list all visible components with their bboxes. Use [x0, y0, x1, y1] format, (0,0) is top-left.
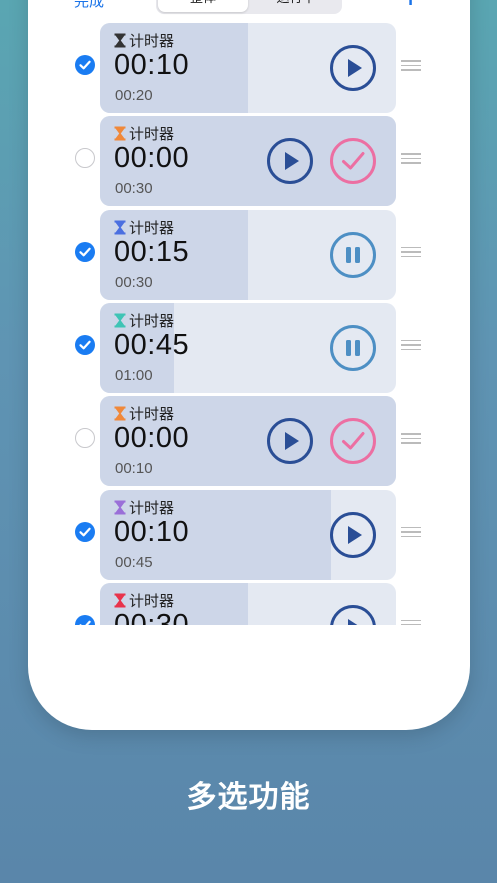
hourglass-icon	[114, 313, 126, 328]
play-button[interactable]	[330, 511, 376, 558]
play-button[interactable]	[267, 138, 313, 185]
timer-row: 计时器 00:30	[28, 580, 470, 625]
hourglass-icon	[114, 33, 126, 48]
timer-label: 计时器	[129, 405, 175, 424]
timer-label: 计时器	[129, 32, 175, 50]
timer-label: 计时器	[129, 218, 175, 237]
drag-handle-icon[interactable]	[401, 246, 421, 259]
hourglass-icon	[114, 406, 126, 421]
timer-header: 计时器	[114, 217, 174, 238]
timer-remaining: 00:10	[114, 49, 190, 81]
timer-card[interactable]: 计时器 00:00 00:10	[100, 396, 396, 487]
timer-remaining: 00:00	[114, 422, 190, 455]
add-timer-button[interactable]: +	[398, 0, 423, 13]
segmented-control: 整体 运行中	[156, 0, 342, 14]
timer-card[interactable]: 计时器 00:30	[100, 582, 396, 625]
timer-header: 计时器	[114, 403, 174, 424]
drag-handle-icon[interactable]	[401, 60, 421, 72]
play-button[interactable]	[330, 604, 376, 625]
timer-card[interactable]: 计时器 00:15 00:30	[100, 209, 396, 300]
timer-remaining: 00:10	[114, 515, 190, 548]
timer-total: 01:00	[115, 366, 153, 384]
timer-row: 计时器 00:10 00:45	[28, 487, 470, 580]
segment-running[interactable]: 运行中	[252, 0, 340, 14]
timer-total: 00:30	[115, 273, 153, 291]
pause-button[interactable]	[330, 231, 376, 278]
timer-total: 00:20	[115, 87, 153, 104]
hourglass-icon	[114, 500, 126, 515]
timer-remaining: 00:00	[114, 142, 190, 175]
unselected-checkbox[interactable]	[75, 148, 95, 169]
drag-handle-icon[interactable]	[401, 153, 421, 165]
timer-card[interactable]: 计时器 00:45 01:00	[100, 302, 396, 393]
timer-row: 计时器 00:00 00:30	[28, 113, 470, 207]
timer-header: 计时器	[114, 123, 174, 144]
complete-check-button[interactable]	[330, 138, 376, 185]
timer-total: 00:30	[115, 180, 153, 198]
hourglass-icon	[114, 593, 126, 608]
timer-row: 计时器 00:10 00:20	[28, 20, 470, 113]
play-button[interactable]	[267, 418, 313, 465]
timer-row: 计时器 00:15 00:30	[28, 207, 470, 300]
selected-checkbox[interactable]	[75, 55, 95, 75]
timer-list: 计时器 00:10 00:20 计时器 00:00 00:30 计时器 00:15 00:30 计…	[28, 20, 470, 625]
timer-remaining: 00:45	[114, 328, 190, 361]
drag-handle-icon[interactable]	[401, 619, 421, 625]
timer-total: 00:10	[115, 460, 153, 478]
timer-header: 计时器	[114, 497, 174, 518]
timer-total: 00:45	[115, 553, 153, 571]
selected-checkbox[interactable]	[75, 521, 95, 542]
timer-card[interactable]: 计时器 00:00 00:30	[100, 116, 396, 207]
selected-checkbox[interactable]	[75, 241, 95, 262]
timer-label: 计时器	[129, 498, 175, 517]
phone-frame: 完成 整体 运行中 + 计时器00:1000:20计时器00:0000:30计时…	[28, 0, 470, 730]
unselected-checkbox[interactable]	[75, 428, 95, 449]
timer-row: 计时器 00:00 00:10	[28, 393, 470, 487]
selected-checkbox[interactable]	[75, 614, 95, 625]
play-button[interactable]	[330, 45, 376, 91]
timer-label: 计时器	[129, 591, 175, 610]
segment-all[interactable]: 整体	[158, 0, 248, 12]
feature-caption: 多选功能	[186, 780, 311, 815]
timer-card[interactable]: 计时器 00:10 00:20	[100, 23, 396, 113]
complete-check-button[interactable]	[330, 418, 376, 465]
drag-handle-icon[interactable]	[401, 526, 421, 539]
timer-label: 计时器	[129, 311, 175, 330]
timer-row: 计时器 00:45 01:00	[28, 300, 470, 393]
hourglass-icon	[114, 126, 126, 141]
timer-header: 计时器	[114, 310, 174, 331]
timer-card[interactable]: 计时器 00:10 00:45	[100, 489, 396, 580]
timer-remaining: 00:15	[114, 235, 190, 268]
hourglass-icon	[114, 220, 126, 235]
timer-header: 计时器	[114, 30, 174, 51]
drag-handle-icon[interactable]	[401, 339, 421, 352]
selected-checkbox[interactable]	[75, 334, 95, 355]
timer-remaining: 00:30	[114, 608, 190, 625]
timer-header: 计时器	[114, 590, 174, 611]
toolbar: 完成 整体 运行中 +	[28, 0, 470, 18]
timer-label: 计时器	[129, 125, 175, 144]
done-button[interactable]: 完成	[74, 0, 104, 11]
pause-button[interactable]	[330, 324, 376, 371]
drag-handle-icon[interactable]	[401, 433, 421, 445]
